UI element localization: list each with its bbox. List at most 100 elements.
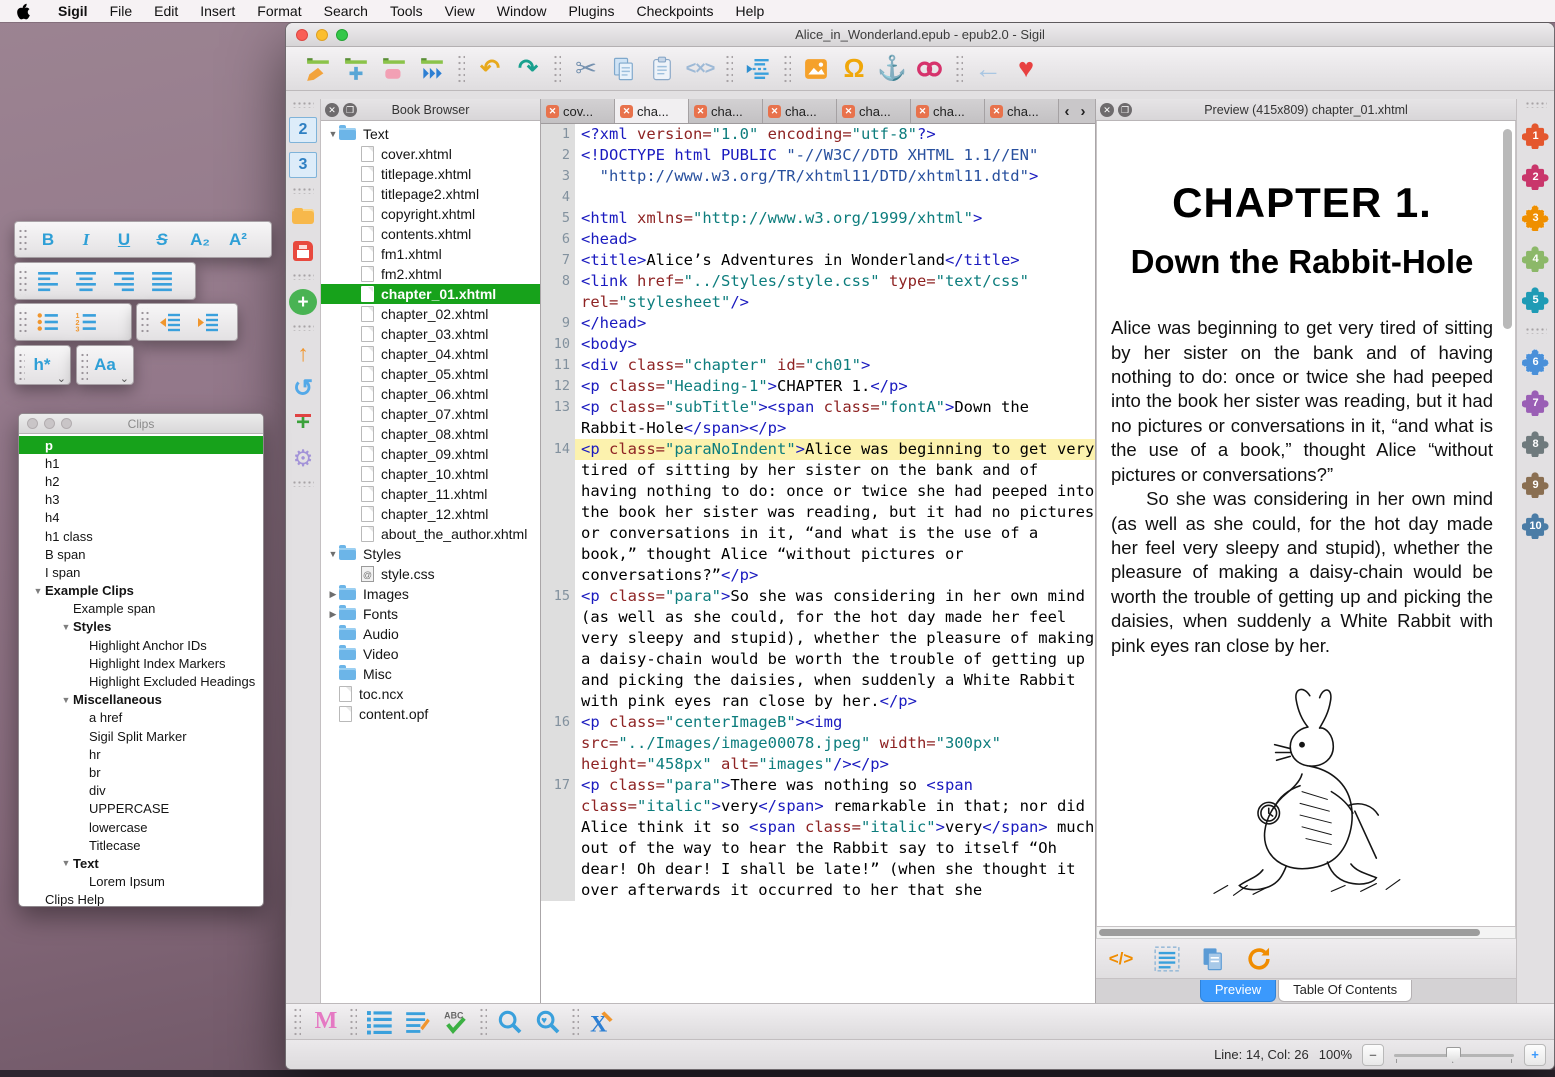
code-text[interactable]: <html xmlns="http://www.w3.org/1999/xhtm… [575,208,1095,229]
clip-item-highlight-anchor-ids[interactable]: Highlight Anchor IDs [19,636,263,654]
tree-item-chapter-04-xhtml[interactable]: chapter_04.xhtml [321,344,540,364]
clip-item-b-span[interactable]: B span [19,545,263,563]
clip-item-miscellaneous[interactable]: ▼Miscellaneous [19,691,263,709]
tree-item-chapter-03-xhtml[interactable]: chapter_03.xhtml [321,324,540,344]
special-character-icon[interactable]: Ω [838,53,870,85]
zoom-slider[interactable] [1394,1046,1514,1064]
menu-item-tools[interactable]: Tools [390,3,423,19]
clip-item-h3[interactable]: h3 [19,491,263,509]
tree-item-chapter-11-xhtml[interactable]: chapter_11.xhtml [321,484,540,504]
menu-item-help[interactable]: Help [736,3,765,19]
clip-item-uppercase[interactable]: UPPERCASE [19,800,263,818]
split-section-icon[interactable] [742,53,774,85]
edit-toc-icon[interactable] [402,1006,434,1038]
tree-item-misc[interactable]: Misc [321,664,540,684]
menu-item-plugins[interactable]: Plugins [569,3,615,19]
plugin-4-icon[interactable]: 4 [1522,245,1549,272]
scrollbar-thumb[interactable] [1503,129,1512,329]
code-text[interactable]: <p class="para">So she was considering i… [575,586,1095,712]
tree-item-chapter-01-xhtml[interactable]: chapter_01.xhtml [321,284,540,304]
bold-button[interactable]: B [31,226,65,254]
clip-item-lorem-ipsum[interactable]: Lorem Ipsum [19,873,263,891]
code-line-17[interactable]: 17<p class="para">There was nothing so <… [541,775,1095,901]
tab-preview[interactable]: Preview [1200,980,1276,1002]
clip-item-lowercase[interactable]: lowercase [19,818,263,836]
tree-item-chapter-05-xhtml[interactable]: chapter_05.xhtml [321,364,540,384]
clip-item-h2[interactable]: h2 [19,472,263,490]
title-bar[interactable]: Alice_in_Wonderland.epub - epub2.0 - Sig… [286,23,1554,47]
tree-item-content-opf[interactable]: content.opf [321,704,540,724]
code-line-2[interactable]: 2<!DOCTYPE html PUBLIC "-//W3C//DTD XHTM… [541,145,1095,166]
menu-item-sigil[interactable]: Sigil [58,3,88,19]
drag-handle[interactable] [1525,101,1547,108]
code-text[interactable]: <body> [575,334,1095,355]
drag-handle[interactable] [80,350,88,380]
plugin-5-icon[interactable]: 5 [1522,286,1549,313]
code-text[interactable]: <title>Alice’s Adventures in Wonderland<… [575,250,1095,271]
tree-item-chapter-09-xhtml[interactable]: chapter_09.xhtml [321,444,540,464]
clip-item-hr[interactable]: hr [19,745,263,763]
tree-item-chapter-02-xhtml[interactable]: chapter_02.xhtml [321,304,540,324]
italic-button[interactable]: I [69,226,103,254]
copy-html-icon[interactable] [1198,944,1228,974]
close-tab-icon[interactable]: ✕ [768,105,781,118]
plugin-6-icon[interactable]: 6 [1522,348,1549,375]
clip-item-a-href[interactable]: a href [19,709,263,727]
heading-menu-button[interactable]: h* [28,351,62,379]
menu-item-view[interactable]: View [445,3,475,19]
drag-handle[interactable] [18,267,28,295]
align-right-icon[interactable] [107,267,141,295]
checkpoint-add-icon[interactable] [340,53,372,85]
tree-item-chapter-07-xhtml[interactable]: chapter_07.xhtml [321,404,540,424]
delete-markup-icon[interactable]: <×> [684,53,716,85]
code-text[interactable]: "http://www.w3.org/TR/xhtml11/DTD/xhtml1… [575,166,1095,187]
drag-handle[interactable] [18,308,28,336]
editor-tab-6[interactable]: ✕cha... [985,99,1059,123]
plugin-9-icon[interactable]: 9 [1522,471,1549,498]
editor-tab-5[interactable]: ✕cha... [911,99,985,123]
undock-panel-icon[interactable]: ❐ [343,103,357,117]
disclosure-arrow-icon[interactable]: ▼ [31,586,45,596]
redo-icon[interactable]: ↷ [512,53,544,85]
editor-tab-2[interactable]: ✕cha... [689,99,763,123]
tree-item-chapter-10-xhtml[interactable]: chapter_10.xhtml [321,464,540,484]
strikethrough-button[interactable]: S [145,226,179,254]
tabs-scroll-left-icon[interactable]: ‹ [1059,103,1075,120]
tree-item-copyright-xhtml[interactable]: copyright.xhtml [321,204,540,224]
tree-item-styles[interactable]: ▼Styles [321,544,540,564]
editor-tab-3[interactable]: ✕cha... [763,99,837,123]
code-text[interactable] [575,187,1095,208]
split-marker-icon[interactable]: + [289,410,317,436]
plugin-2-icon[interactable]: 2 [1522,163,1549,190]
slider-thumb[interactable] [1446,1047,1461,1063]
close-tab-icon[interactable]: ✕ [694,105,707,118]
tree-item-about-the-author-xhtml[interactable]: about_the_author.xhtml [321,524,540,544]
close-tab-icon[interactable]: ✕ [916,105,929,118]
inspect-code-icon[interactable]: </> [1106,944,1136,974]
align-justify-icon[interactable] [145,267,179,295]
tree-item-text[interactable]: ▼Text [321,124,540,144]
tree-item-chapter-06-xhtml[interactable]: chapter_06.xhtml [321,384,540,404]
copy-icon[interactable] [608,53,640,85]
code-line-16[interactable]: 16<p class="centerImageB"><img src="../I… [541,712,1095,775]
disclosure-arrow-icon[interactable]: ▶ [327,609,339,620]
tree-item-images[interactable]: ▶Images [321,584,540,604]
tree-item-chapter-12-xhtml[interactable]: chapter_12.xhtml [321,504,540,524]
clip-item-p[interactable]: p [19,436,263,454]
menu-item-file[interactable]: File [110,3,133,19]
apple-menu[interactable] [10,3,36,20]
close-tab-icon[interactable]: ✕ [842,105,855,118]
code-text[interactable]: <p class="paraNoIndent">Alice was beginn… [575,439,1095,586]
tab-table-of-contents[interactable]: Table Of Contents [1278,980,1412,1002]
code-text[interactable]: </head> [575,313,1095,334]
close-tab-icon[interactable]: ✕ [990,105,1003,118]
code-text[interactable]: <?xml version="1.0" encoding="utf-8"?> [575,124,1095,145]
code-line-3[interactable]: 3 "http://www.w3.org/TR/xhtml11/DTD/xhtm… [541,166,1095,187]
add-file-icon[interactable]: + [289,289,317,315]
disclosure-arrow-icon[interactable]: ▼ [59,695,73,705]
drag-handle[interactable] [292,324,314,331]
anchor-icon[interactable]: ⚓ [876,53,908,85]
code-line-10[interactable]: 10<body> [541,334,1095,355]
reload-preview-icon[interactable] [1244,944,1274,974]
plugin-3-icon[interactable]: 3 [1522,204,1549,231]
